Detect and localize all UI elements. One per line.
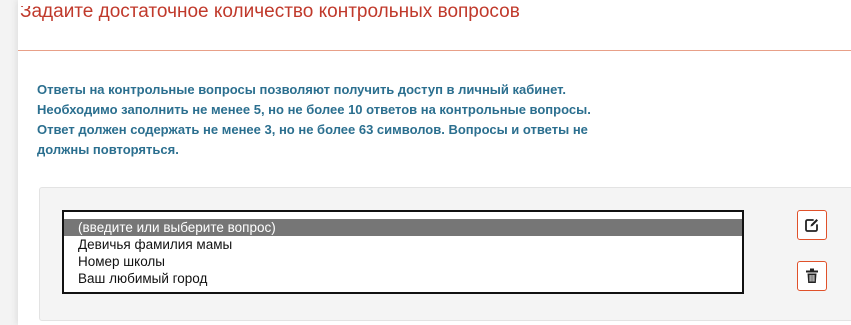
info-line: Ответы на контрольные вопросы позволяют …	[37, 82, 567, 97]
question-select[interactable]: (введите или выберите вопрос) Девичья фа…	[62, 210, 744, 294]
question-option[interactable]: Ваш любимый город	[64, 270, 742, 287]
info-line: Ответ должен содержать не менее 3, но не…	[37, 122, 588, 137]
question-option[interactable]: Девичья фамилия мамы	[64, 236, 742, 253]
info-line: должны повторяться.	[37, 142, 179, 157]
title-divider	[18, 50, 851, 51]
info-line: Необходимо заполнить не менее 5, но не б…	[37, 102, 591, 117]
security-questions-card: Задайте достаточное количество контрольн…	[18, 0, 851, 325]
question-panel: (введите или выберите вопрос) Девичья фа…	[39, 187, 851, 321]
trash-icon	[806, 268, 818, 283]
edit-button[interactable]	[797, 210, 827, 240]
question-option-placeholder[interactable]: (введите или выберите вопрос)	[64, 219, 742, 236]
info-text: Ответы на контрольные вопросы позволяют …	[37, 80, 677, 160]
delete-button[interactable]	[797, 261, 827, 291]
page-title: Задайте достаточное количество контрольн…	[20, 6, 520, 28]
page-title-text: Задайте достаточное количество контрольн…	[20, 6, 520, 22]
edit-icon	[805, 219, 818, 232]
question-option[interactable]: Номер школы	[64, 253, 742, 270]
